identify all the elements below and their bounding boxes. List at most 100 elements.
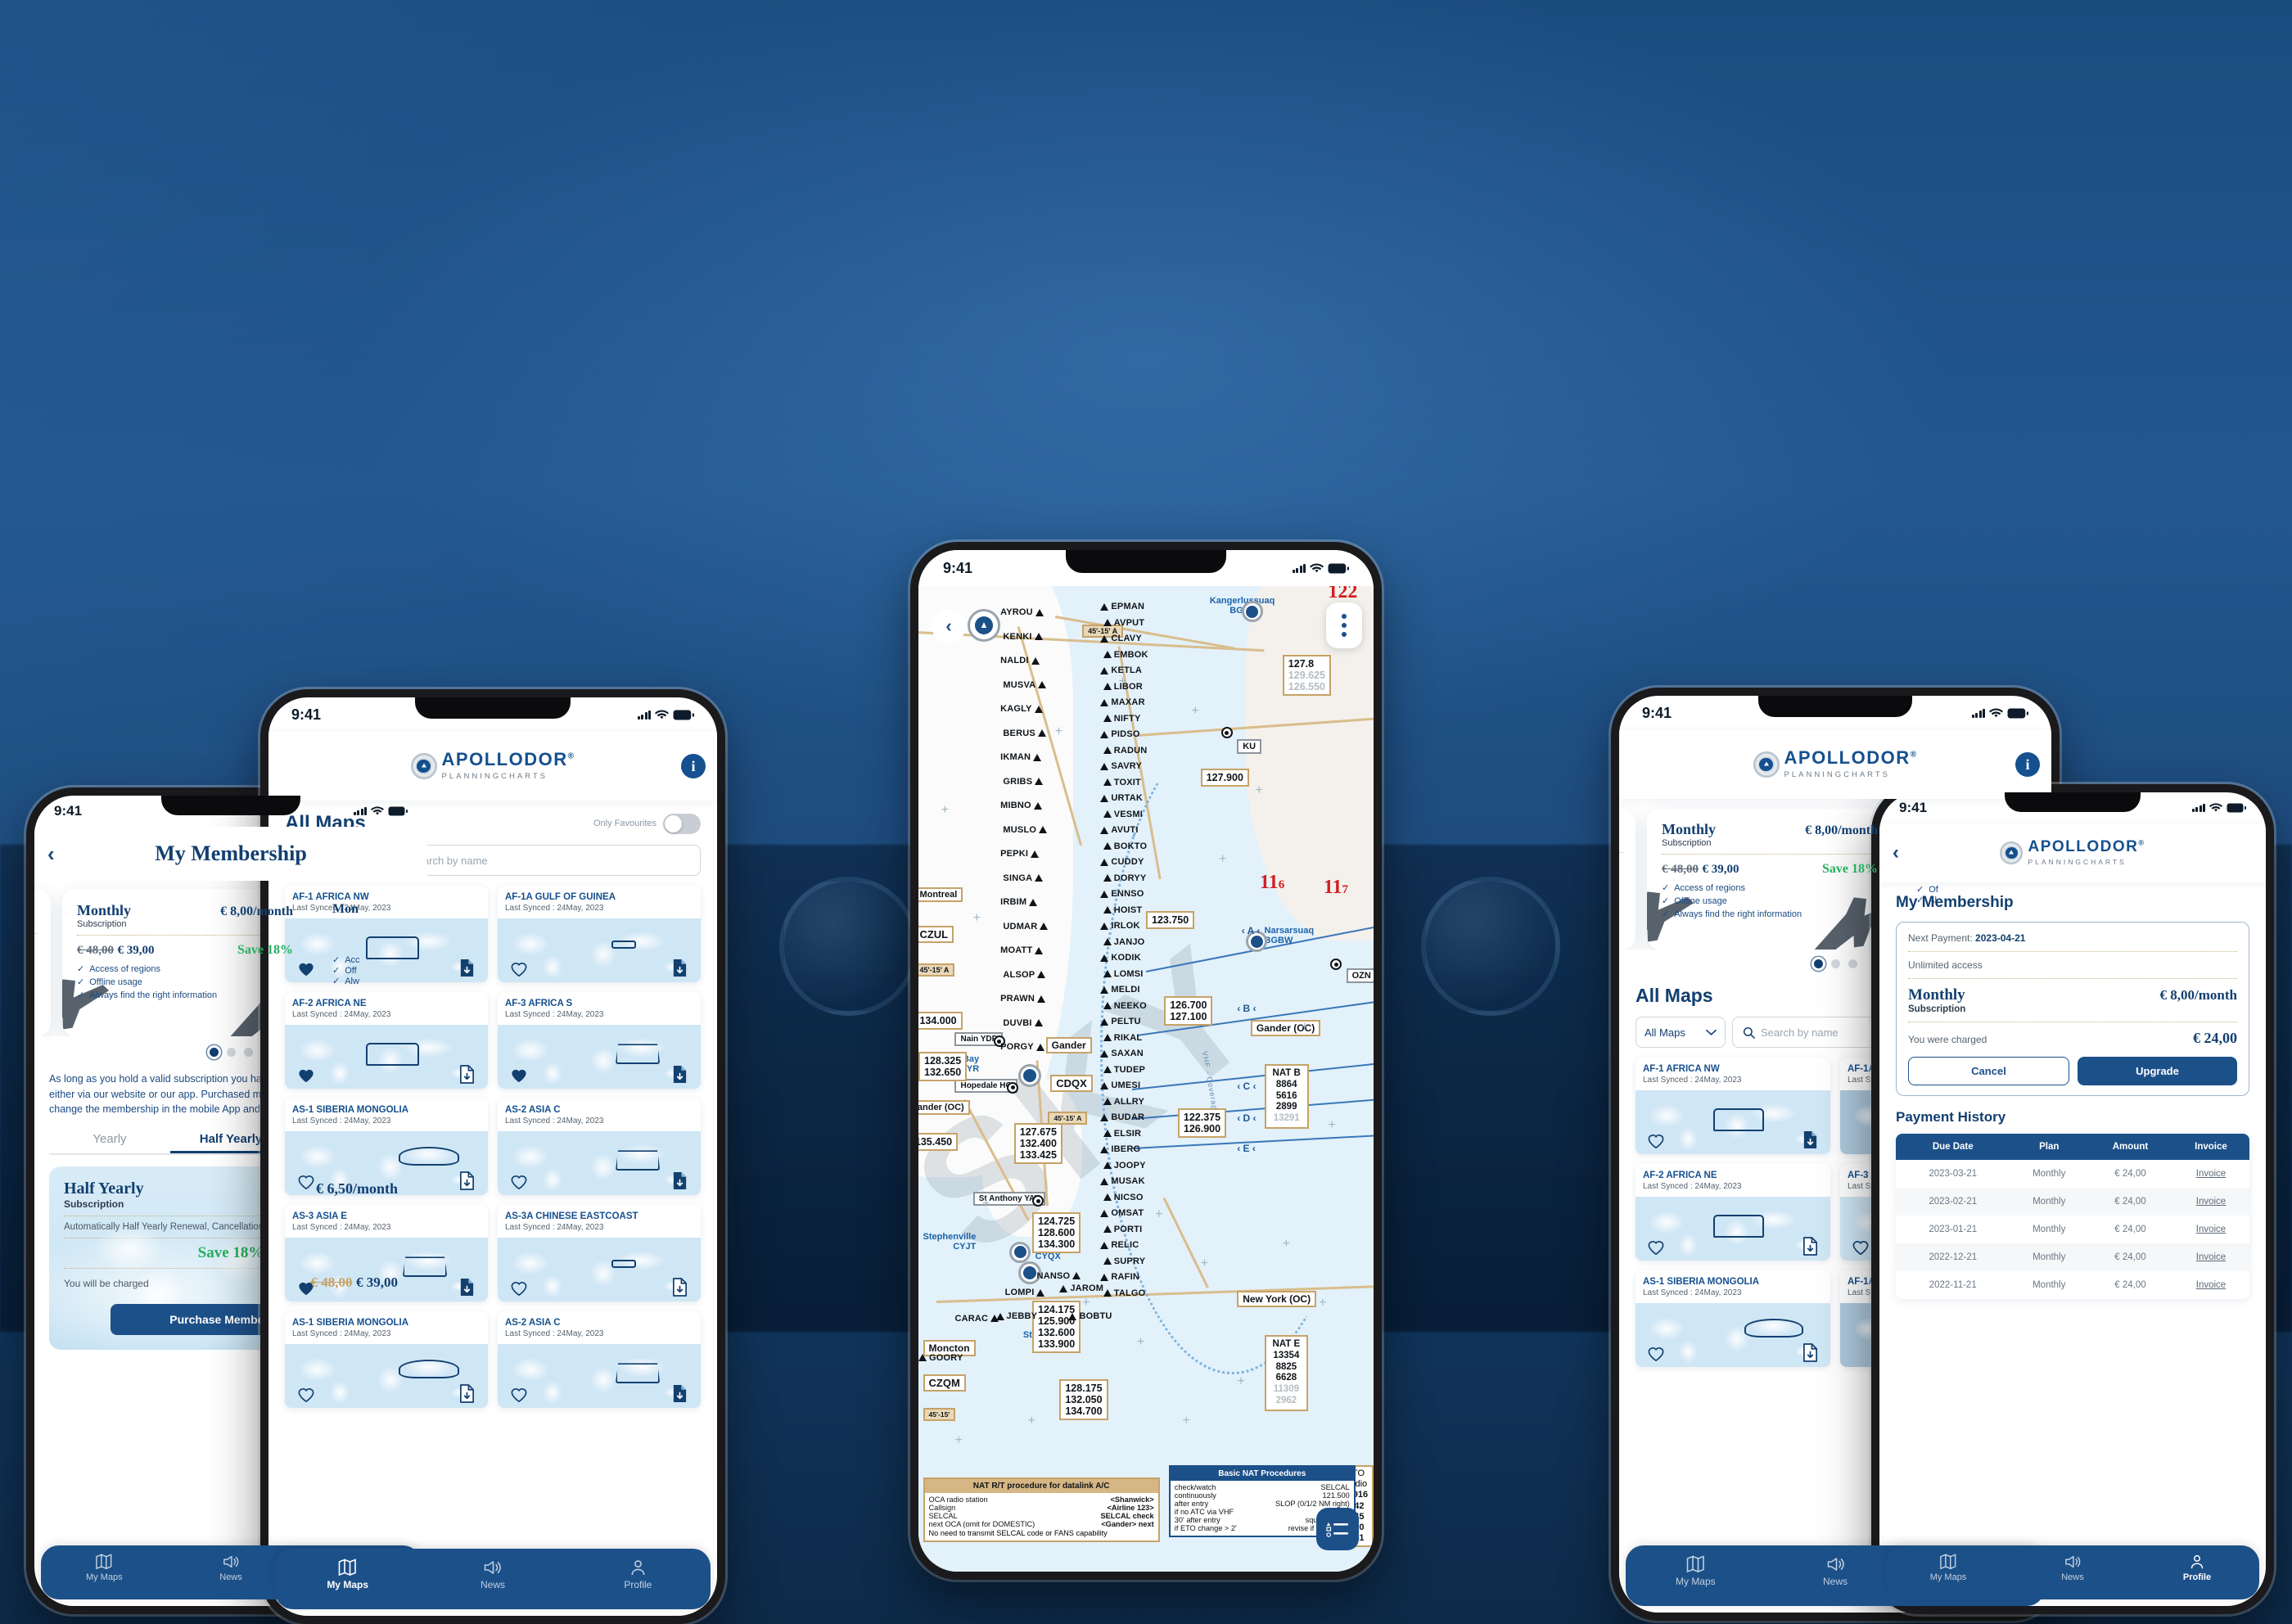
favourite-button[interactable]	[1647, 1239, 1665, 1256]
carousel-dot-1[interactable]	[1813, 959, 1823, 968]
map-thumbnail[interactable]	[498, 1344, 701, 1408]
upgrade-button[interactable]: Upgrade	[2078, 1057, 2237, 1085]
proc-title: Basic NAT Procedures	[1170, 1466, 1354, 1481]
map-thumbnail[interactable]	[285, 1344, 488, 1408]
download-button[interactable]	[458, 1278, 476, 1297]
cancel-button[interactable]: Cancel	[1908, 1057, 2069, 1085]
favourite-button[interactable]	[510, 1387, 528, 1403]
map-thumbnail[interactable]	[498, 1025, 701, 1089]
compass-stephenville	[1009, 1241, 1031, 1263]
carousel-dot-2[interactable]	[1830, 959, 1840, 968]
download-button[interactable]	[671, 1277, 688, 1297]
tab-my-maps[interactable]: My Maps	[275, 1559, 420, 1609]
back-button[interactable]: ‹	[1893, 841, 1899, 864]
download-button[interactable]	[1802, 1130, 1819, 1149]
chart-more-menu-button[interactable]	[1326, 602, 1362, 648]
download-button[interactable]	[671, 1065, 688, 1084]
map-card[interactable]: AF-2 AFRICA NE Last Synced : 24May, 2023	[285, 992, 488, 1089]
map-category-select[interactable]: All Maps	[1636, 1017, 1726, 1048]
invoice-link[interactable]: Invoice	[2172, 1216, 2249, 1243]
map-card[interactable]: AS-2 ASIA C Last Synced : 24May, 2023	[498, 1098, 701, 1195]
download-button[interactable]	[458, 959, 476, 977]
invoice-link[interactable]: Invoice	[2172, 1188, 2249, 1216]
info-button[interactable]: i	[681, 754, 706, 778]
map-thumbnail[interactable]	[1636, 1197, 1830, 1261]
waypoint-triangle-icon	[1100, 1145, 1109, 1153]
invoice-link[interactable]: Invoice	[2172, 1243, 2249, 1271]
carousel-dot-3[interactable]	[1848, 959, 1857, 968]
carousel-dot-2[interactable]	[226, 1048, 236, 1057]
tab-bar[interactable]: My Maps News Profile	[275, 1549, 711, 1609]
tab-bar[interactable]: My Maps News Profile	[1886, 1545, 2259, 1599]
favourite-button[interactable]	[510, 1174, 528, 1190]
favourite-button[interactable]	[510, 1280, 528, 1297]
download-button[interactable]	[1802, 1342, 1819, 1362]
map-card[interactable]: AF-1 AFRICA NW Last Synced : 24May, 2023	[1636, 1058, 1830, 1154]
carousel-dot-1[interactable]	[209, 1048, 219, 1057]
brand-tagline: PLANNINGCHARTS	[1784, 770, 1890, 779]
notch	[2005, 792, 2141, 812]
status-time: 9:41	[943, 559, 973, 576]
map-card[interactable]: AF-1A GULF OF GUINEA Last Synced : 24May,…	[498, 886, 701, 982]
search-input[interactable]: Search by name	[381, 845, 701, 876]
brand-tagline: PLANNINGCHARTS	[441, 772, 548, 781]
favourite-button[interactable]	[510, 1067, 528, 1084]
favourite-button[interactable]	[1852, 1239, 1870, 1256]
map-card-synced: Last Synced : 24May, 2023	[292, 1223, 391, 1232]
map-thumbnail[interactable]	[285, 1238, 488, 1301]
info-button[interactable]: i	[2015, 752, 2040, 777]
waypoint: NICSO	[1103, 1193, 1144, 1202]
tab-news[interactable]: News	[2010, 1554, 2135, 1599]
favourite-button[interactable]	[510, 961, 528, 977]
download-button[interactable]	[671, 959, 688, 977]
map-card[interactable]: AF-2 AFRICA NE Last Synced : 24May, 2023	[1636, 1164, 1830, 1261]
download-button[interactable]	[458, 1171, 476, 1190]
tab-news[interactable]: News	[1766, 1555, 1906, 1606]
invoice-link[interactable]: Invoice	[2172, 1160, 2249, 1188]
oca-label-gander-left: Gander (OC)	[918, 1100, 970, 1116]
tab-my-maps[interactable]: My Maps	[1626, 1555, 1766, 1606]
download-button[interactable]	[458, 1064, 476, 1084]
chart-back-button[interactable]: ‹	[932, 609, 966, 643]
map-card[interactable]: AS-2 ASIA C Last Synced : 24May, 2023	[498, 1311, 701, 1408]
tab-profile[interactable]: Profile	[566, 1559, 711, 1609]
app-header: APOLLODOR® PLANNINGCHARTS i	[1619, 730, 2051, 799]
map-thumbnail[interactable]	[1636, 1090, 1830, 1154]
favourite-button[interactable]	[297, 1067, 315, 1084]
map-thumbnail[interactable]	[498, 1238, 701, 1301]
back-button[interactable]: ‹	[47, 841, 55, 867]
tab-profile[interactable]: Profile	[2135, 1554, 2259, 1599]
map-card[interactable]: AS-1 SIBERIA MONGOLIA Last Synced : 24May…	[1636, 1270, 1830, 1367]
carousel-dot-3[interactable]	[243, 1048, 253, 1057]
download-button[interactable]	[1802, 1236, 1819, 1256]
map-thumbnail[interactable]	[498, 918, 701, 982]
map-thumbnail[interactable]	[498, 1131, 701, 1195]
only-favourites-toggle[interactable]	[663, 813, 701, 834]
map-card[interactable]: AS-1 SIBERIA MONGOLIA Last Synced : 24May…	[285, 1311, 488, 1408]
brand-logo: APOLLODOR® PLANNINGCHARTS	[410, 751, 575, 782]
freq-box: 123.750	[1146, 911, 1195, 930]
favourite-button[interactable]	[1647, 1346, 1665, 1362]
waypoint-triangle-icon	[1100, 1177, 1109, 1185]
map-card[interactable]: AS-3A CHINESE EASTCOAST Last Synced : 24M…	[498, 1205, 701, 1301]
freq-box: 135.450	[918, 1133, 959, 1152]
invoice-link[interactable]: Invoice	[2172, 1271, 2249, 1299]
aviation-chart[interactable]: SKY VHF - Coverage ‹ Kangerlussuaq Narsa…	[918, 586, 1374, 1572]
plan-card-prev[interactable]: Monthly Subscription Save 18%	[1619, 809, 1636, 950]
favourite-button[interactable]	[1647, 1133, 1665, 1149]
map-card[interactable]: AF-3 AFRICA S Last Synced : 24May, 2023	[498, 992, 701, 1089]
chart-legend-button[interactable]	[1316, 1508, 1359, 1550]
tab-my-maps[interactable]: My Maps	[41, 1554, 168, 1599]
download-button[interactable]	[671, 1384, 688, 1403]
tab-my-maps[interactable]: My Maps	[1886, 1554, 2010, 1599]
tab-yearly[interactable]: Yearly	[49, 1132, 170, 1153]
download-button[interactable]	[458, 1383, 476, 1403]
map-thumbnail[interactable]	[1636, 1303, 1830, 1367]
favourite-button[interactable]	[297, 961, 315, 977]
favourite-button[interactable]	[297, 1387, 315, 1403]
tab-news[interactable]: News	[420, 1559, 565, 1609]
download-button[interactable]	[671, 1171, 688, 1190]
plan-card-prev[interactable]: Monthly Subscription Save 18%	[34, 889, 51, 1036]
plan-card-monthly[interactable]: Monthly € 8,00/month Subscription € 48,0…	[1647, 809, 1893, 950]
map-thumbnail[interactable]	[285, 1025, 488, 1089]
